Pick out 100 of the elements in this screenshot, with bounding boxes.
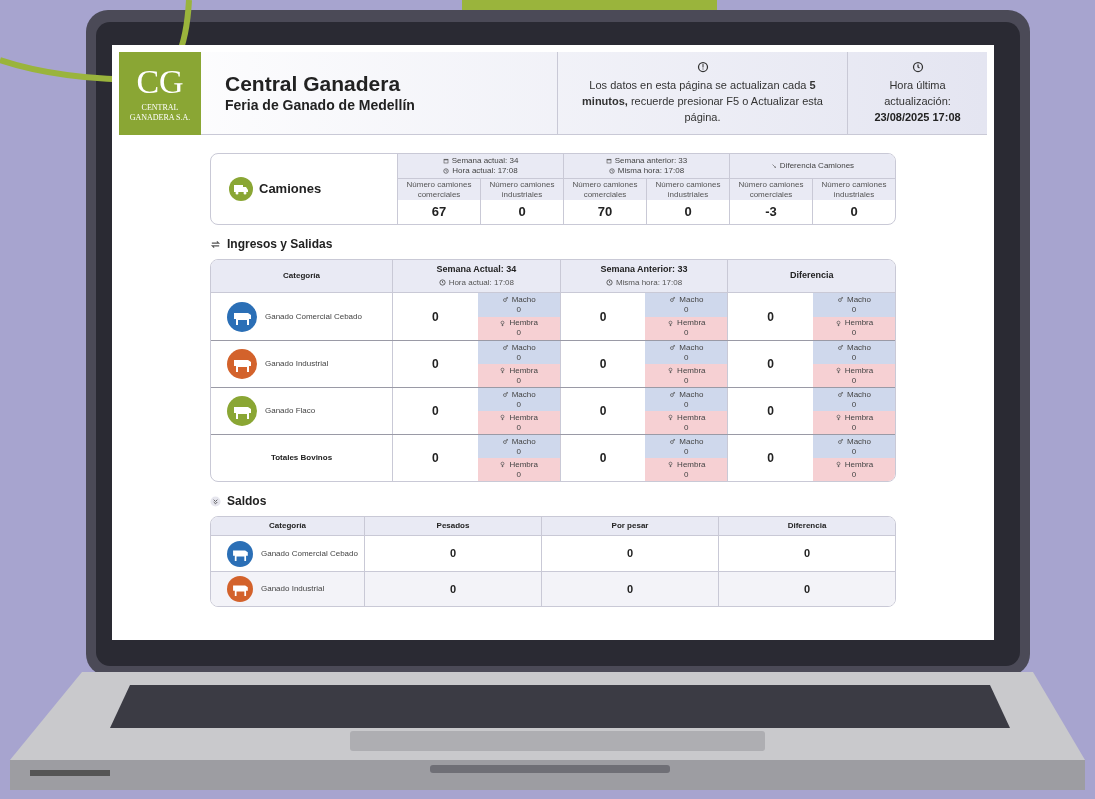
column-header: Categoría [282,270,321,282]
clock-icon [438,279,446,287]
sex-value: 0 [851,469,857,480]
column-header: Categoría [268,520,307,532]
logo-text: GANADERA S.A. [129,112,191,123]
column-header: Semana Actual: 34 [436,263,517,277]
total-value: 0 [431,356,440,373]
sex-label: Macho [847,436,871,447]
total-value: 0 [766,356,775,373]
sex-label: Hembra [844,459,874,470]
sex-value: 0 [684,304,689,315]
sex-label: Hembra [677,365,706,376]
sex-value: 0 [851,328,857,339]
column-label: Número camiones comerciales [398,178,480,200]
male-icon [669,296,677,304]
trucks-value: 0 [683,203,693,222]
arrow-icon [770,163,777,169]
sex-label: Hembra [844,412,874,423]
sex-value: 0 [516,469,521,480]
female-icon [499,461,507,468]
male-icon [669,344,677,351]
sex-label: Macho [679,389,704,400]
total-value: 0 [598,450,608,467]
sex-label: Hembra [677,412,706,423]
balance-value: 0 [718,572,895,606]
total-value: 0 [766,403,775,420]
male-icon [837,438,844,445]
sex-label: Hembra [509,318,538,329]
swap-icon [210,238,221,250]
male-icon [501,296,509,304]
sex-label: Macho [511,294,536,305]
male-icon [501,438,509,445]
total-value: 0 [766,308,775,326]
column-label: Número camiones comerciales [730,178,812,200]
male-icon [669,391,677,398]
group-label: Diferencia Camiones [779,161,855,171]
clock-icon [443,168,450,174]
sex-value: 0 [516,375,521,386]
balance-value: 0 [364,572,541,606]
update-time: 23/08/2025 17:08 [874,109,961,125]
column-header: Diferencia [789,269,834,283]
balance-value: 0 [541,572,718,606]
calendar-icon [442,158,449,164]
female-icon [499,367,507,374]
calendar-icon [605,158,612,164]
section-title: Saldos [227,493,267,510]
sex-value: 0 [851,375,857,386]
sex-label: Macho [511,436,536,447]
total-value: 0 [431,403,440,420]
chevron-down-icon [210,495,221,507]
clock-icon [605,279,613,287]
sex-value: 0 [851,399,857,410]
female-icon [667,461,675,468]
sex-label: Macho [511,342,536,353]
trucks-value: 67 [430,203,448,222]
sex-value: 0 [684,446,689,457]
category-label: Ganado Comercial Cebado [265,310,362,323]
column-note: Hora actual: 17:08 [448,276,514,289]
sex-value: 0 [516,446,521,457]
logo-initials: CG [136,64,184,99]
column-label: Número camiones industriales [647,178,729,200]
logo-text: CENTRAL [141,102,179,113]
column-header: Pesados [364,517,541,535]
sex-value: 0 [516,304,521,315]
sex-label: Macho [679,436,704,447]
category-label: Ganado Comercial Cebado [261,547,358,560]
female-icon [834,319,842,327]
sex-label: Hembra [844,318,874,329]
total-value: 0 [766,450,775,467]
sex-value: 0 [684,469,689,480]
sex-label: Hembra [677,459,706,470]
column-header: Por pesar [541,517,718,535]
update-label: Hora última actualización: [883,77,952,109]
female-icon [834,367,842,374]
sex-value: 0 [516,328,521,339]
total-value: 0 [598,403,608,420]
category-label: Ganado Industrial [265,358,329,370]
sex-value: 0 [851,304,857,315]
total-value: 0 [598,356,608,373]
column-label: Número camiones industriales [813,178,895,200]
sex-value: 0 [684,328,689,339]
category-label: Ganado Flaco [265,405,316,417]
sex-value: 0 [684,375,689,386]
section-title: Ingresos y Salidas [227,236,333,253]
male-icon [837,344,844,351]
total-value: 0 [431,308,440,326]
column-note: Misma hora: 17:08 [615,276,683,289]
group-label: Hora actual: 17:08 [452,166,518,176]
female-icon [667,319,675,327]
sex-value: 0 [516,352,521,363]
page-subtitle: Feria de Ganado de Medellín [225,97,416,115]
sex-label: Macho [847,294,871,305]
column-label: Número camiones comerciales [564,178,646,200]
sex-label: Hembra [509,459,538,470]
sex-value: 0 [516,399,521,410]
sex-label: Hembra [677,318,706,329]
female-icon [499,414,507,421]
group-label: Semana anterior: 33 [614,156,688,166]
group-label: Semana actual: 34 [451,156,519,166]
sex-value: 0 [684,352,689,363]
